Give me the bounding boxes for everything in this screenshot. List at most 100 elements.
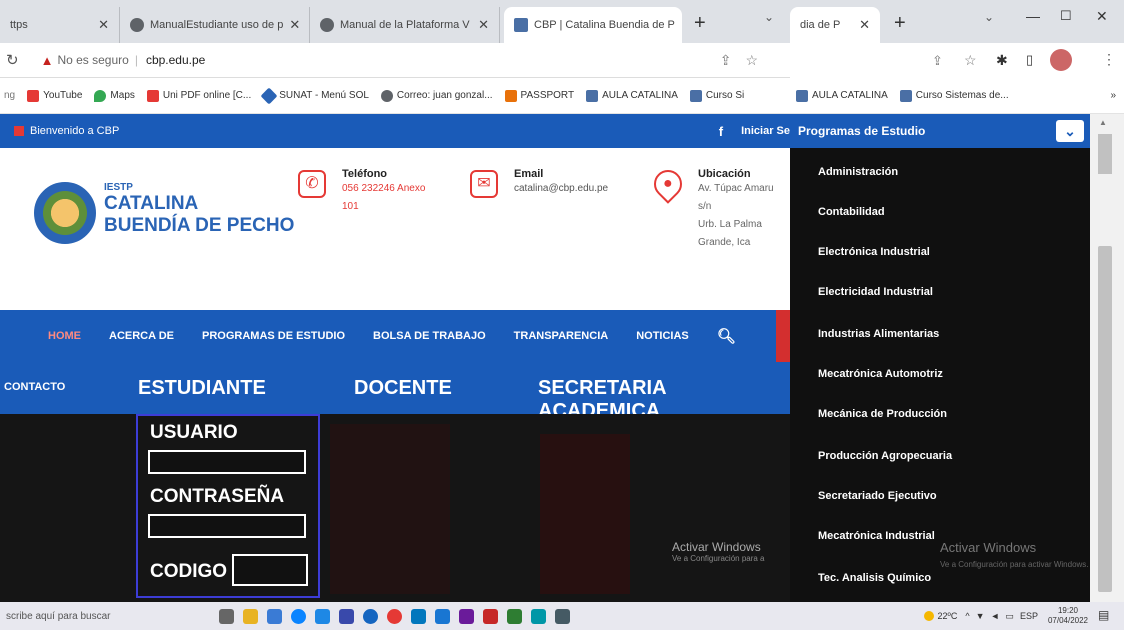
menu-toggle-button[interactable] (776, 310, 790, 362)
bookmark-sunat[interactable]: SUNAT - Menú SOL (260, 87, 369, 104)
nav-acerca-de[interactable]: ACERCA DE (109, 330, 174, 342)
browser-tab[interactable]: ManualEstudiante uso de p ✕ (120, 7, 310, 43)
bookmark-aula[interactable]: AULA CATALINA (796, 89, 888, 102)
maximize-button[interactable]: ☐ (1060, 8, 1072, 24)
browser-tab-active[interactable]: dia de P ✕ (790, 7, 880, 43)
language-indicator[interactable]: ESP (1020, 611, 1038, 621)
app-icon[interactable] (387, 608, 402, 624)
bookmark-star-icon[interactable]: ☆ (964, 52, 977, 69)
sidepanel-icon[interactable]: ▯ (1026, 52, 1033, 68)
program-item[interactable]: Electricidad Industrial (818, 286, 933, 298)
app-icon[interactable] (411, 608, 426, 624)
bookmark-curso[interactable]: Curso Si (689, 89, 744, 102)
vscode-icon[interactable] (435, 608, 450, 624)
security-label[interactable]: No es seguro (57, 53, 128, 67)
keyboard-icon[interactable]: ▭ (1005, 611, 1014, 622)
app-icon[interactable] (459, 608, 474, 624)
tray-chevron-icon[interactable]: ^ (965, 611, 969, 621)
url-text[interactable]: cbp.edu.pe (146, 53, 205, 67)
program-item[interactable]: Tec. Analisis Químico (818, 572, 931, 584)
nav-transparencia[interactable]: TRANSPARENCIA (514, 330, 609, 342)
study-programs-dropdown-header[interactable]: Programas de Estudio ⌄ (790, 114, 1090, 148)
file-explorer-icon[interactable] (243, 608, 258, 624)
program-item[interactable]: Producción Agropecuaria (818, 450, 952, 462)
volume-icon[interactable]: ◄ (991, 611, 1000, 621)
edge-icon[interactable] (291, 608, 306, 624)
nav-noticias[interactable]: NOTICIAS (636, 330, 689, 342)
chrome-icon[interactable] (267, 608, 282, 624)
page-scrollbar[interactable]: ▲ (1090, 114, 1124, 602)
store-icon[interactable] (315, 608, 330, 624)
institute-logo-emblem[interactable] (34, 182, 96, 244)
scroll-up-icon[interactable]: ▲ (1099, 118, 1107, 127)
close-tab-icon[interactable]: ✕ (92, 17, 109, 33)
nav-bolsa-trabajo[interactable]: BOLSA DE TRABAJO (373, 330, 486, 342)
nav-home[interactable]: HOME (48, 330, 81, 342)
app-icon[interactable] (339, 608, 354, 624)
close-window-button[interactable]: ✕ (1096, 8, 1108, 25)
program-item[interactable]: Electrónica Industrial (818, 246, 930, 258)
notifications-icon[interactable]: ▤ (1098, 608, 1109, 622)
bookmark-aula[interactable]: AULA CATALINA (586, 89, 678, 102)
code-input[interactable] (232, 554, 308, 586)
bookmark-correo[interactable]: Correo: juan gonzal... (380, 89, 493, 102)
tab-search-chevron-icon[interactable]: ⌄ (984, 10, 994, 24)
program-item[interactable]: Contabilidad (818, 206, 885, 218)
app-icon[interactable] (555, 608, 570, 624)
scroll-thumb[interactable] (1098, 246, 1112, 592)
bookmark-passport[interactable]: PASSPORT (504, 89, 574, 102)
bookmark-maps[interactable]: Maps (94, 89, 135, 102)
profile-avatar[interactable] (1050, 49, 1072, 71)
program-item[interactable]: Administración (818, 166, 898, 178)
program-item[interactable]: Mecatrónica Automotriz (818, 368, 943, 380)
program-item[interactable]: Secretariado Ejecutivo (818, 490, 937, 502)
browser-tab-active[interactable]: CBP | Catalina Buendia de P ✕ (504, 7, 682, 43)
bookmark-youtube[interactable]: YouTube (27, 89, 82, 102)
bookmark-curso[interactable]: Curso Sistemas de... (899, 89, 1009, 102)
nav-contacto[interactable]: CONTACTO (4, 381, 65, 393)
username-input[interactable] (148, 450, 306, 474)
close-tab-icon[interactable]: ✕ (472, 17, 489, 33)
reload-icon[interactable]: ↻ (6, 51, 19, 69)
password-input[interactable] (148, 514, 306, 538)
menu-kebab-icon[interactable]: ⋮ (1102, 51, 1116, 68)
app-icon[interactable] (507, 608, 522, 624)
app-icon[interactable] (531, 608, 546, 624)
new-tab-button[interactable]: + (694, 12, 706, 35)
search-icon[interactable]: 🔍︎ (717, 327, 736, 345)
clock[interactable]: 19:20 07/04/2022 (1048, 606, 1088, 626)
bookmark-star-icon[interactable]: ☆ (745, 52, 772, 68)
main-nav: HOME ACERCA DE PROGRAMAS DE ESTUDIO BOLS… (0, 310, 790, 362)
app-icon[interactable] (483, 608, 498, 624)
app-icon[interactable] (363, 608, 378, 624)
extensions-icon[interactable]: ✱ (996, 52, 1008, 69)
facebook-icon[interactable]: f (719, 124, 723, 139)
taskbar-search-input[interactable]: scribe aquí para buscar (0, 611, 210, 622)
task-view-icon[interactable] (219, 608, 234, 624)
nav-docente[interactable]: DOCENTE (354, 377, 452, 400)
password-label: CONTRASEÑA (150, 486, 285, 507)
weather-temp[interactable]: 22ºC (938, 611, 958, 621)
login-link[interactable]: Iniciar Se (741, 125, 790, 137)
network-icon[interactable]: ▼ (976, 611, 985, 621)
close-tab-icon[interactable]: ✕ (283, 17, 300, 33)
close-tab-icon[interactable]: ✕ (853, 17, 870, 33)
institute-logo-text[interactable]: IESTP CATALINA BUENDÍA DE PECHO (104, 182, 294, 237)
minimize-button[interactable]: — (1026, 8, 1040, 24)
chevron-down-icon[interactable]: ⌄ (1056, 120, 1084, 142)
program-item[interactable]: Industrias Alimentarias (818, 328, 939, 340)
warning-icon: ▲ (40, 52, 54, 68)
email-link[interactable]: catalina@cbp.edu.pe (514, 180, 608, 198)
program-item[interactable]: Mecánica de Producción (818, 408, 947, 420)
share-icon[interactable]: ⇪ (932, 53, 943, 69)
share-icon[interactable]: ⇪ (720, 52, 746, 68)
close-tab-icon[interactable]: ✕ (675, 17, 682, 33)
new-tab-button[interactable]: + (894, 12, 906, 35)
tab-search-chevron-icon[interactable]: ⌄ (764, 10, 774, 24)
program-item[interactable]: Mecatrónica Industrial (818, 530, 935, 542)
nav-estudiante[interactable]: ESTUDIANTE (138, 377, 266, 400)
browser-tab[interactable]: ttps ✕ (0, 7, 120, 43)
browser-tab[interactable]: Manual de la Plataforma V ✕ (310, 7, 500, 43)
bookmark-unipdf[interactable]: Uni PDF online [C... (146, 89, 251, 102)
nav-programas[interactable]: PROGRAMAS DE ESTUDIO (202, 330, 345, 342)
